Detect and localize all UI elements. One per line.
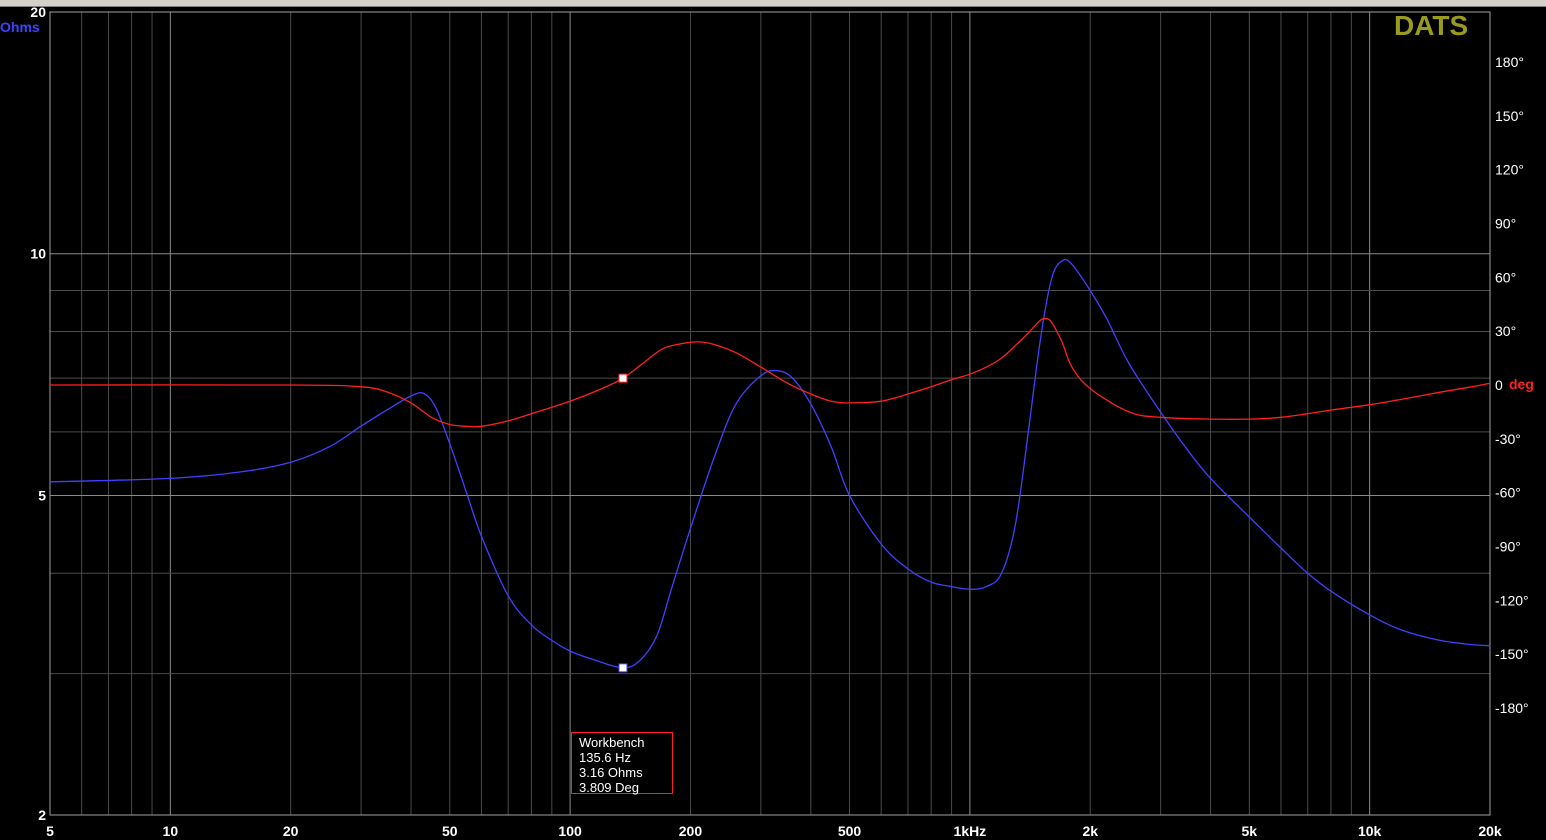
readout-frequency: 135.6 Hz <box>579 750 632 765</box>
x-tick-label: 1kHz <box>954 823 987 839</box>
x-tick-label: 20 <box>283 823 299 839</box>
y-right-tick-label: 30° <box>1495 323 1516 339</box>
plot-frame <box>49 11 1491 816</box>
impedance-chart[interactable]: 5 10 20 50 100 200 500 1kHz 2k 5k 10k 20k201052180°… <box>0 0 1546 840</box>
x-tick-label: 20k <box>1478 823 1502 839</box>
readout-phase: 3.809 Deg <box>579 780 639 795</box>
y-right-tick-label: -90° <box>1495 539 1521 555</box>
phase-cursor-marker <box>618 373 628 383</box>
impedance-line <box>49 258 1491 669</box>
y-left-unit-label: Ohms <box>0 19 40 35</box>
x-tick-label: 10k <box>1358 823 1382 839</box>
x-tick-label: 200 <box>679 823 703 839</box>
y-right-tick-label: 60° <box>1495 269 1516 285</box>
x-tick-label: 50 <box>442 823 458 839</box>
x-tick-label: 2k <box>1082 823 1098 839</box>
x-tick-label: 5 <box>46 823 54 839</box>
impedance-cursor-marker <box>618 663 628 673</box>
x-tick-label: 5k <box>1242 823 1258 839</box>
y-right-unit-label: deg <box>1509 376 1534 392</box>
x-tick-label: 100 <box>558 823 582 839</box>
y-left-tick-label: 2 <box>38 807 46 823</box>
phase-line <box>49 317 1491 428</box>
cursor-readout-box: Workbench 135.6 Hz 3.16 Ohms 3.809 Deg <box>571 732 673 795</box>
y-left-tick-label: 10 <box>30 246 46 262</box>
y-right-tick-label: -60° <box>1495 485 1521 501</box>
y-right-tick-label: 120° <box>1495 162 1524 178</box>
y-right-tick-label: -30° <box>1495 431 1521 447</box>
y-left-tick-label: 5 <box>38 487 46 503</box>
y-right-tick-label: 180° <box>1495 54 1524 70</box>
y-left-tick-label: 20 <box>30 4 46 20</box>
readout-impedance: 3.16 Ohms <box>579 765 643 780</box>
chart-window: 5 10 20 50 100 200 500 1kHz 2k 5k 10k 20k 20 10 5 2 180°… <box>0 0 1546 840</box>
y-right-tick-label: -180° <box>1495 700 1529 716</box>
x-tick-label: 500 <box>838 823 862 839</box>
y-right-tick-label: -150° <box>1495 646 1529 662</box>
y-right-tick-label: 0 <box>1495 377 1503 393</box>
brand-logo: DATS <box>1394 10 1469 41</box>
y-right-tick-label: -120° <box>1495 592 1529 608</box>
y-right-tick-label: 90° <box>1495 216 1516 232</box>
readout-name: Workbench <box>579 735 645 750</box>
y-right-tick-label: 150° <box>1495 108 1524 124</box>
x-tick-label: 10 <box>163 823 179 839</box>
